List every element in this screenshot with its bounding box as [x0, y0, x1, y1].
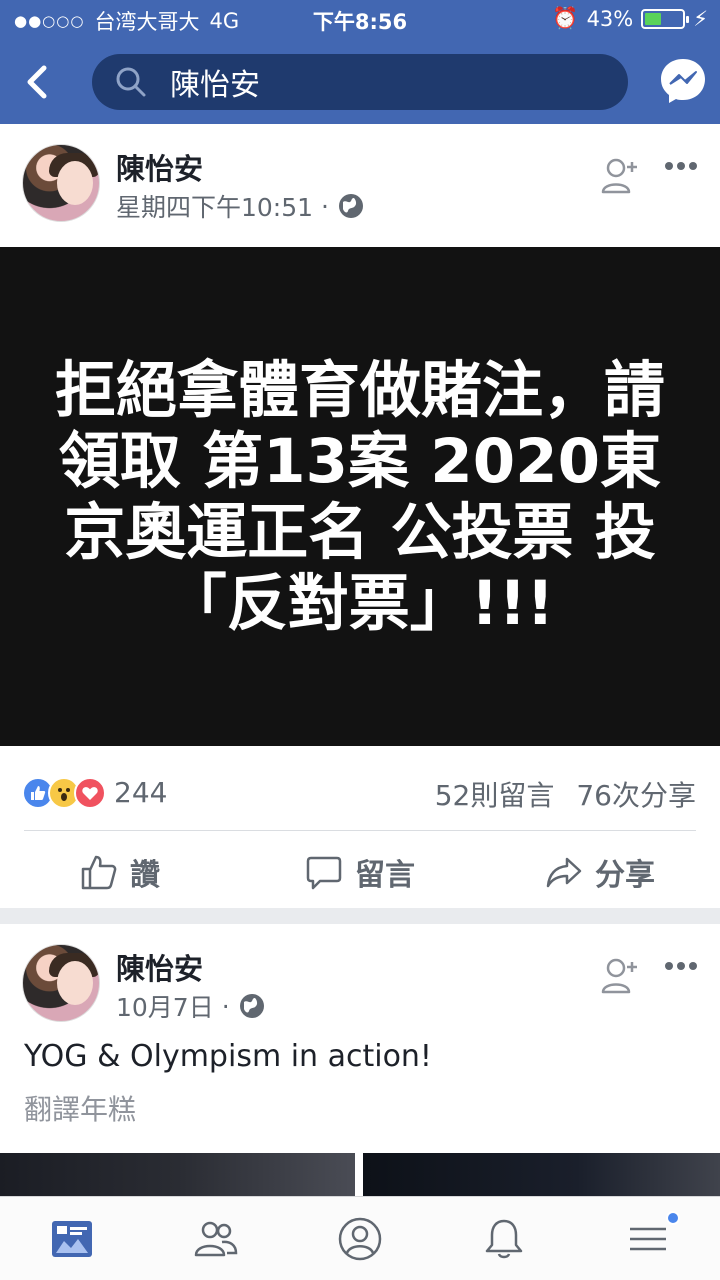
messenger-icon[interactable]: [658, 56, 708, 106]
search-bar[interactable]: 陳怡安: [92, 54, 628, 110]
search-query: 陳怡安: [170, 68, 260, 103]
post-meta: 星期四下午10:51 ·: [116, 188, 365, 224]
globe-icon: [339, 194, 363, 218]
battery-icon: [641, 8, 690, 29]
post-timestamp[interactable]: 10月7日: [116, 988, 214, 1024]
post-card: 陳怡安 10月7日 · YOG & Olympism in action! 翻譯…: [0, 924, 720, 1196]
top-bar: ●●○○○ 台湾大哥大 4G 下午8:56 ⏰ 43% ⚡ 陳怡安: [0, 0, 720, 124]
meta-separator: ·: [221, 991, 230, 1021]
status-bar: ●●○○○ 台湾大哥大 4G 下午8:56 ⏰ 43% ⚡: [0, 0, 720, 40]
avatar[interactable]: [22, 144, 100, 222]
like-icon: [81, 855, 117, 890]
tab-menu[interactable]: [576, 1197, 720, 1280]
divider: [24, 830, 696, 831]
post-card: 陳怡安 星期四下午10:51 · 拒絕拿體育做賭注，請領取 第13案 2020東…: [0, 124, 720, 908]
search-icon: [116, 67, 146, 97]
post-actions: 讚 留言 分享: [0, 840, 720, 904]
more-icon[interactable]: [664, 160, 698, 172]
avatar[interactable]: [22, 944, 100, 1022]
more-icon[interactable]: [664, 960, 698, 972]
add-friend-icon[interactable]: [600, 956, 640, 996]
post-image-text: 拒絕拿體育做賭注，請領取 第13案 2020東京奧運正名 公投票 投「反對票」!…: [54, 354, 665, 639]
reactions-summary[interactable]: 244: [22, 776, 167, 809]
comment-count[interactable]: 52則留言: [435, 774, 555, 814]
post-stats: 244 52則留言 76次分享: [0, 766, 720, 816]
translate-link[interactable]: 翻譯年糕: [24, 1088, 136, 1128]
meta-separator: ·: [321, 191, 329, 221]
news-feed-icon: [52, 1220, 92, 1257]
tab-friends[interactable]: [144, 1197, 288, 1280]
post-image[interactable]: 拒絕拿體育做賭注，請領取 第13案 2020東京奧運正名 公投票 投「反對票」!…: [0, 247, 720, 746]
comment-icon: [306, 856, 342, 890]
like-button[interactable]: 讚: [0, 840, 240, 904]
profile-icon: [338, 1217, 382, 1260]
alarm-icon: ⏰: [552, 6, 579, 30]
tab-notifications[interactable]: [432, 1197, 576, 1280]
author-name[interactable]: 陳怡安: [116, 946, 203, 988]
post-meta: 10月7日 ·: [116, 988, 266, 1024]
share-label: 分享: [595, 858, 655, 893]
tab-bar: [0, 1196, 720, 1280]
battery-percent: 43%: [586, 6, 634, 31]
author-name[interactable]: 陳怡安: [116, 146, 203, 188]
post-photo[interactable]: [0, 1153, 355, 1196]
comment-button[interactable]: 留言: [240, 840, 480, 904]
menu-icon: [630, 1227, 666, 1250]
share-icon: [546, 857, 582, 888]
notifications-icon: [485, 1219, 523, 1258]
like-label: 讚: [130, 858, 160, 893]
comment-label: 留言: [355, 858, 415, 893]
post-photo[interactable]: [363, 1153, 720, 1196]
tab-news-feed[interactable]: [0, 1197, 144, 1280]
tab-profile[interactable]: [288, 1197, 432, 1280]
globe-icon: [239, 994, 264, 1018]
charging-icon: ⚡: [693, 6, 708, 31]
post-text: YOG & Olympism in action!: [24, 1039, 432, 1074]
share-button[interactable]: 分享: [480, 840, 720, 904]
friends-icon: [194, 1221, 238, 1256]
add-friend-icon[interactable]: [600, 156, 640, 196]
share-count[interactable]: 76次分享: [576, 774, 696, 814]
post-timestamp[interactable]: 星期四下午10:51: [116, 188, 313, 224]
love-reaction-icon: [74, 776, 106, 809]
menu-notification-dot: [666, 1211, 680, 1225]
reaction-count: 244: [114, 776, 168, 809]
back-icon[interactable]: [18, 60, 58, 104]
